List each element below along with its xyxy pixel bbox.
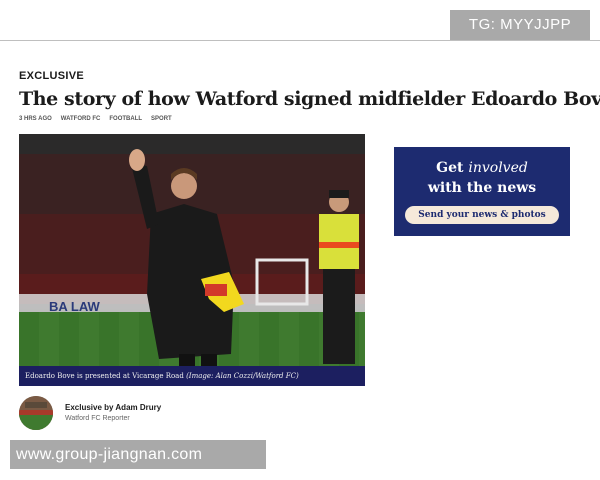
ad-board-text: BA LAW — [49, 299, 101, 314]
send-news-button[interactable]: Send your news & photos — [405, 206, 559, 224]
author-name[interactable]: Exclusive by Adam Drury — [65, 403, 161, 412]
promo-heading-prefix: Get — [436, 160, 469, 176]
author-byline: Exclusive by Adam Drury Watford FC Repor… — [19, 396, 365, 436]
promo-heading-line1: Get involved — [394, 160, 570, 176]
tg-watermark: TG: MYYJJPP — [450, 10, 590, 40]
article-kicker: EXCLUSIVE — [19, 70, 85, 82]
article-hero-image[interactable]: BA LAW Edoardo Bove is presented at Vica… — [19, 134, 365, 386]
meta-tag-sport[interactable]: SPORT — [151, 116, 172, 122]
meta-tag-football[interactable]: FOOTBALL — [109, 116, 142, 122]
author-role: Watford FC Reporter — [65, 415, 130, 422]
get-involved-promo[interactable]: Get involved with the news Send your new… — [394, 147, 570, 236]
image-caption-credit: (Image: Alan Cozzi/Watford FC) — [186, 372, 299, 380]
author-avatar[interactable] — [19, 396, 53, 430]
hero-photo-illustration: BA LAW — [19, 134, 365, 386]
article-headline: The story of how Watford signed midfield… — [19, 88, 600, 110]
meta-timestamp: 3 HRS AGO — [19, 116, 52, 122]
site-watermark: www.group-jiangnan.com — [10, 440, 266, 469]
meta-tag-watford[interactable]: WATFORD FC — [61, 116, 101, 122]
promo-heading-line2: with the news — [427, 180, 537, 196]
image-caption: Edoardo Bove is presented at Vicarage Ro… — [19, 366, 365, 386]
promo-heading-emphasis: involved — [468, 160, 528, 176]
header-divider — [0, 40, 600, 41]
article-meta: 3 HRS AGO WATFORD FC FOOTBALL SPORT — [19, 116, 172, 122]
image-caption-text: Edoardo Bove is presented at Vicarage Ro… — [25, 372, 184, 380]
avatar-image-icon — [19, 396, 53, 430]
